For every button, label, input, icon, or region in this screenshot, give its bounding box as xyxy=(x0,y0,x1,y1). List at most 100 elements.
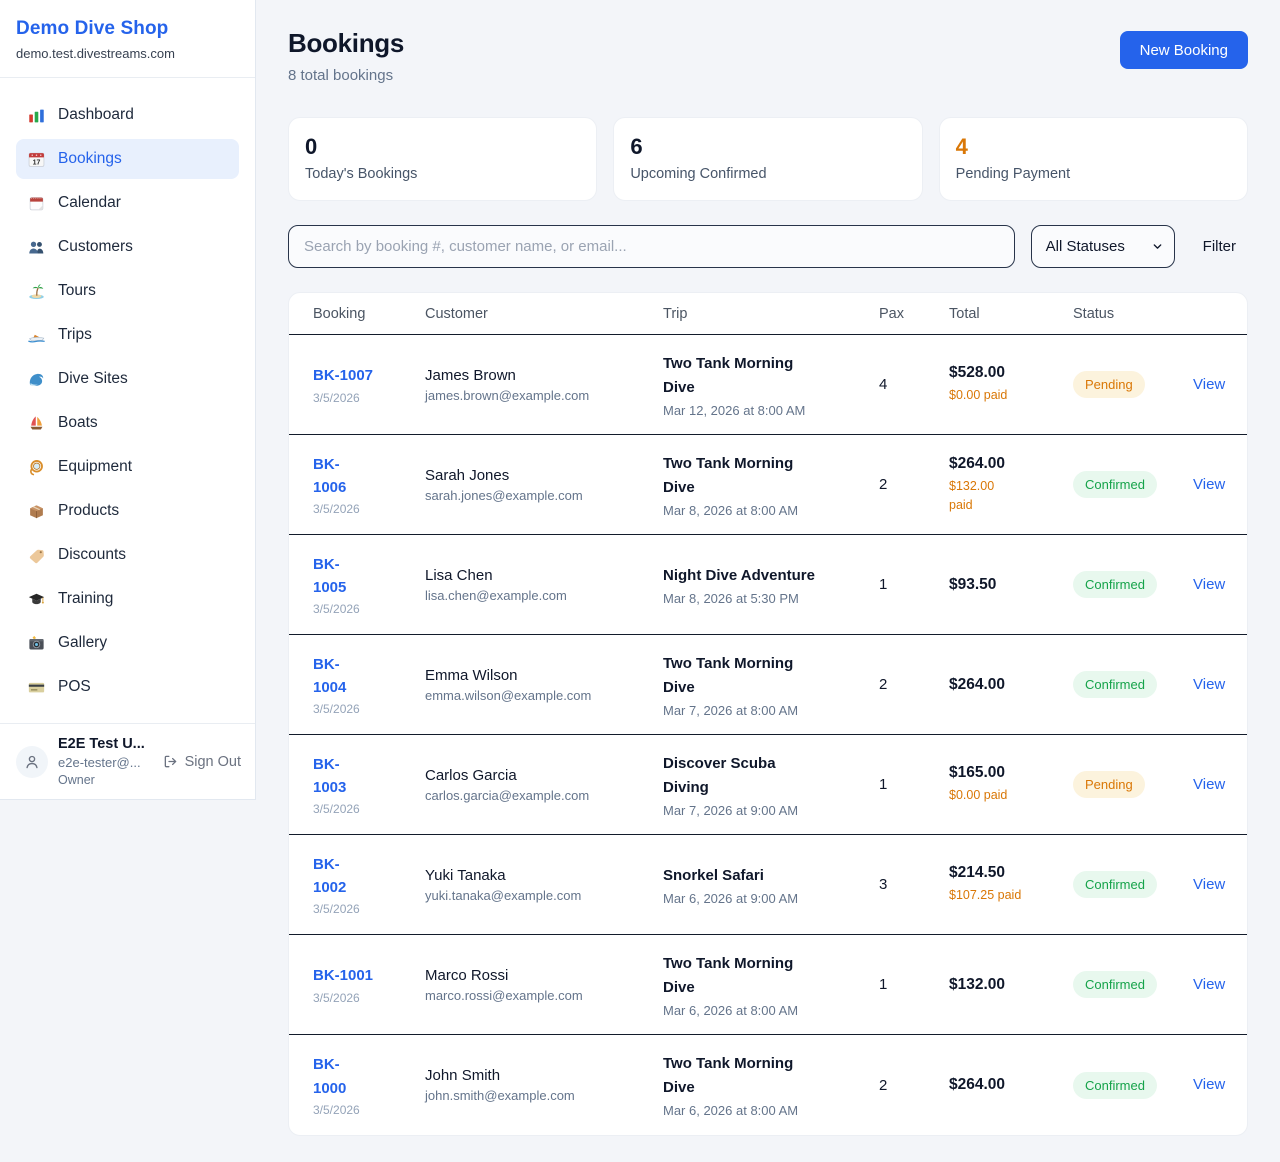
sidebar-item-dive-sites[interactable]: Dive Sites xyxy=(16,359,239,399)
sidebar-item-label: Gallery xyxy=(58,634,107,652)
booking-date: 3/5/2026 xyxy=(313,391,425,405)
trip-datetime: Mar 8, 2026 at 5:30 PM xyxy=(663,591,879,606)
view-link[interactable]: View xyxy=(1193,476,1225,493)
booking-date: 3/5/2026 xyxy=(313,502,425,516)
sidebar-user-section: E2E Test U... e2e-tester@... Owner Sign … xyxy=(0,723,255,799)
booking-date: 3/5/2026 xyxy=(313,802,425,816)
user-email: e2e-tester@... xyxy=(58,755,153,770)
customer-name: Yuki Tanaka xyxy=(425,867,663,884)
booking-id-link[interactable]: BK-1007 xyxy=(313,364,425,387)
customer-cell: Lisa Chen lisa.chen@example.com xyxy=(425,567,663,603)
view-link[interactable]: View xyxy=(1193,576,1225,593)
trip-cell: Snorkel Safari Mar 6, 2026 at 9:00 AM xyxy=(663,864,879,906)
column-header-trip: Trip xyxy=(663,306,879,322)
actions-cell: View xyxy=(1193,776,1223,794)
customer-email: john.smith@example.com xyxy=(425,1088,663,1103)
view-link[interactable]: View xyxy=(1193,376,1225,393)
column-header-booking: Booking xyxy=(313,306,425,322)
table-row: BK- 1000 3/5/2026 John Smith john.smith@… xyxy=(289,1035,1247,1135)
sidebar-item-boats[interactable]: Boats xyxy=(16,403,239,443)
booking-id-link[interactable]: BK- 1005 xyxy=(313,553,425,600)
sidebar-item-bookings[interactable]: 17 Bookings xyxy=(16,139,239,179)
pax-value: 2 xyxy=(879,1077,949,1094)
status-badge: Confirmed xyxy=(1073,571,1157,598)
status-filter-value: All Statuses xyxy=(1046,238,1125,255)
booking-id-link[interactable]: BK- 1003 xyxy=(313,753,425,800)
actions-cell: View xyxy=(1193,976,1223,994)
sidebar-item-discounts[interactable]: Discounts xyxy=(16,535,239,575)
pax-value: 1 xyxy=(879,576,949,593)
stat-label: Pending Payment xyxy=(956,166,1231,182)
booking-id-link[interactable]: BK- 1000 xyxy=(313,1053,425,1100)
booking-cell: BK- 1003 3/5/2026 xyxy=(313,753,425,817)
tours-icon xyxy=(28,283,45,300)
booking-id-link[interactable]: BK-1001 xyxy=(313,964,425,987)
pax-value: 1 xyxy=(879,776,949,793)
app-window: Demo Dive Shop demo.test.divestreams.com… xyxy=(0,0,1280,1162)
total-cell: $93.50 xyxy=(949,576,1073,594)
sidebar-item-calendar[interactable]: Calendar xyxy=(16,183,239,223)
sidebar-item-customers[interactable]: Customers xyxy=(16,227,239,267)
sidebar-item-dashboard[interactable]: Dashboard xyxy=(16,95,239,135)
table-row: BK- 1006 3/5/2026 Sarah Jones sarah.jone… xyxy=(289,435,1247,535)
booking-date: 3/5/2026 xyxy=(313,991,425,1005)
sidebar-item-label: Discounts xyxy=(58,546,126,564)
sidebar-item-label: Products xyxy=(58,502,119,520)
table-row: BK- 1002 3/5/2026 Yuki Tanaka yuki.tanak… xyxy=(289,835,1247,935)
user-info: E2E Test U... e2e-tester@... Owner xyxy=(58,736,153,787)
trip-datetime: Mar 7, 2026 at 8:00 AM xyxy=(663,703,879,718)
customer-cell: Carlos Garcia carlos.garcia@example.com xyxy=(425,767,663,803)
sidebar-item-trips[interactable]: Trips xyxy=(16,315,239,355)
search-input[interactable] xyxy=(288,225,1015,268)
sidebar-item-equipment[interactable]: Equipment xyxy=(16,447,239,487)
sidebar-item-label: Calendar xyxy=(58,194,121,212)
trip-cell: Two Tank Morning Dive Mar 6, 2026 at 8:0… xyxy=(663,1052,879,1118)
booking-id-link[interactable]: BK- 1006 xyxy=(313,453,425,500)
customer-cell: Sarah Jones sarah.jones@example.com xyxy=(425,467,663,503)
total-amount: $528.00 xyxy=(949,364,1073,382)
sidebar-item-products[interactable]: Products xyxy=(16,491,239,531)
actions-cell: View xyxy=(1193,376,1223,394)
booking-id-link[interactable]: BK- 1002 xyxy=(313,853,425,900)
filter-button[interactable]: Filter xyxy=(1191,238,1248,255)
status-filter-select[interactable]: All Statuses xyxy=(1031,225,1175,268)
status-badge: Confirmed xyxy=(1073,671,1157,698)
total-amount: $264.00 xyxy=(949,676,1073,694)
stat-value: 6 xyxy=(630,134,905,160)
booking-cell: BK-1007 3/5/2026 xyxy=(313,364,425,404)
sidebar-item-label: Training xyxy=(58,590,113,608)
new-booking-button[interactable]: New Booking xyxy=(1120,31,1248,69)
booking-cell: BK- 1006 3/5/2026 xyxy=(313,453,425,517)
booking-id-link[interactable]: BK- 1004 xyxy=(313,653,425,700)
view-link[interactable]: View xyxy=(1193,876,1225,893)
trip-cell: Discover Scuba Diving Mar 7, 2026 at 9:0… xyxy=(663,752,879,818)
table-row: BK- 1005 3/5/2026 Lisa Chen lisa.chen@ex… xyxy=(289,535,1247,635)
dashboard-icon xyxy=(28,107,45,124)
sign-out-button[interactable]: Sign Out xyxy=(163,754,241,770)
dive-sites-icon xyxy=(28,371,45,388)
sidebar-item-label: Boats xyxy=(58,414,98,432)
customer-name: Marco Rossi xyxy=(425,967,663,984)
total-amount: $214.50 xyxy=(949,864,1073,882)
customer-cell: Yuki Tanaka yuki.tanaka@example.com xyxy=(425,867,663,903)
status-cell: Confirmed xyxy=(1073,871,1193,898)
view-link[interactable]: View xyxy=(1193,1076,1225,1093)
view-link[interactable]: View xyxy=(1193,776,1225,793)
bookings-table: Booking Customer Trip Pax Total Status B… xyxy=(288,292,1248,1136)
sidebar-item-tours[interactable]: Tours xyxy=(16,271,239,311)
total-amount: $165.00 xyxy=(949,764,1073,782)
products-icon xyxy=(28,503,45,520)
actions-cell: View xyxy=(1193,576,1223,594)
paid-amount: $107.25 paid xyxy=(949,886,1073,905)
customer-name: Lisa Chen xyxy=(425,567,663,584)
trip-cell: Two Tank Morning Dive Mar 6, 2026 at 8:0… xyxy=(663,952,879,1018)
view-link[interactable]: View xyxy=(1193,976,1225,993)
view-link[interactable]: View xyxy=(1193,676,1225,693)
sidebar-item-pos[interactable]: POS xyxy=(16,667,239,707)
sidebar-item-training[interactable]: Training xyxy=(16,579,239,619)
sidebar-item-gallery[interactable]: Gallery xyxy=(16,623,239,663)
filter-row: All Statuses Filter xyxy=(288,225,1248,268)
equipment-icon xyxy=(28,459,45,476)
paid-amount: $132.00 paid xyxy=(949,477,1073,515)
shop-domain: demo.test.divestreams.com xyxy=(16,46,239,61)
